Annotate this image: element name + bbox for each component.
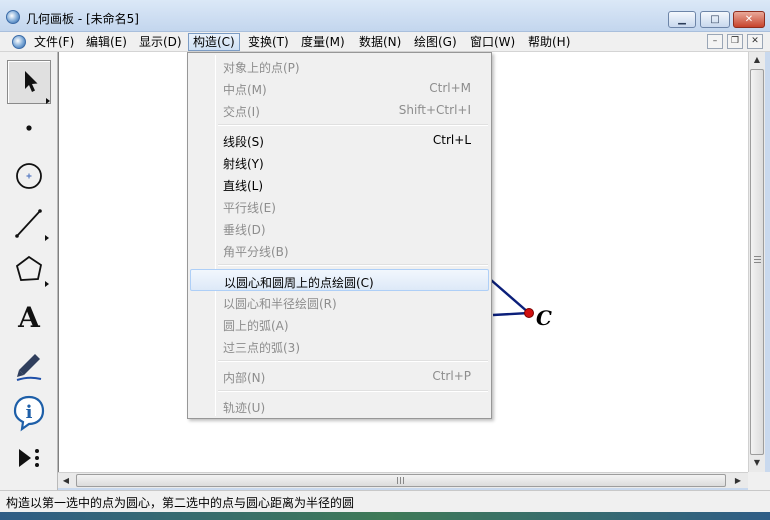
menu-item-perpendicular-line[interactable]: 垂线(D) [190, 217, 489, 239]
arrow-select-tool-icon[interactable] [7, 60, 51, 104]
scroll-corner [748, 472, 770, 490]
menu-edit[interactable]: 编辑(E) [82, 33, 131, 51]
menu-data[interactable]: 数据(N) [355, 33, 405, 51]
construct-menu-dropdown: 对象上的点(P) 中点(M) Ctrl+M 交点(I) Shift+Ctrl+I… [187, 52, 492, 419]
status-bar: 构造以第一选中的点为圆心，第二选中的点与圆心距离为半径的圆 [0, 490, 770, 512]
point-c [524, 308, 534, 318]
minimize-button[interactable]: ▁ [668, 11, 696, 28]
doc-restore-button[interactable]: ❐ [727, 34, 743, 49]
menu-graph[interactable]: 绘图(G) [410, 33, 461, 51]
desktop-taskbar-strip [0, 512, 770, 520]
app-logo-icon [6, 10, 20, 24]
menu-separator [218, 264, 488, 266]
scroll-right-arrow-icon[interactable]: ▶ [730, 473, 746, 488]
svg-text:i: i [26, 402, 33, 423]
menu-transform[interactable]: 变换(T) [244, 33, 293, 51]
information-tool-icon[interactable]: i [7, 390, 51, 434]
close-button[interactable]: ✕ [733, 11, 765, 28]
scroll-left-arrow-icon[interactable]: ◀ [58, 473, 74, 488]
menu-item-point-on-object[interactable]: 对象上的点(P) [190, 55, 489, 77]
vertical-scrollbar[interactable]: ▲ ▼ [748, 52, 765, 472]
menu-item-line[interactable]: 直线(L) [190, 173, 489, 195]
status-text: 构造以第一选中的点为圆心，第二选中的点与圆心距离为半径的圆 [6, 496, 355, 510]
menu-window[interactable]: 窗口(W) [466, 33, 519, 51]
menu-item-parallel-line[interactable]: 平行线(E) [190, 195, 489, 217]
menu-help[interactable]: 帮助(H) [524, 33, 574, 51]
menu-item-segment[interactable]: 线段(S) Ctrl+L [190, 129, 489, 151]
text-tool-icon[interactable]: A [7, 296, 51, 340]
maximize-button[interactable]: □ [700, 11, 730, 28]
scroll-up-arrow-icon[interactable]: ▲ [749, 52, 765, 68]
menu-item-circle-by-center-and-point[interactable]: 以圆心和圆周上的点绘圆(C) [190, 269, 489, 291]
menu-item-arc-on-circle[interactable]: 圆上的弧(A) [190, 313, 489, 335]
menu-separator [218, 124, 488, 126]
straightedge-tool-icon[interactable] [7, 202, 51, 246]
document-icon[interactable] [12, 35, 26, 49]
menu-item-interior[interactable]: 内部(N) Ctrl+P [190, 365, 489, 387]
menu-separator [218, 360, 488, 362]
vertical-scroll-thumb[interactable] [750, 69, 764, 455]
horizontal-scrollbar[interactable]: ◀ ▶ [58, 472, 748, 488]
menu-bar: 文件(F) 编辑(E) 显示(D) 构造(C) 变换(T) 度量(M) 数据(N… [0, 32, 770, 52]
window-title: 几何画板 - [未命名5] [26, 12, 139, 26]
marker-tool-icon[interactable] [7, 342, 51, 386]
horizontal-scroll-thumb[interactable] [76, 474, 726, 487]
menu-item-ray[interactable]: 射线(Y) [190, 151, 489, 173]
custom-tools-icon[interactable] [7, 436, 51, 480]
menu-item-midpoint[interactable]: 中点(M) Ctrl+M [190, 77, 489, 99]
menu-item-arc-through-three-points[interactable]: 过三点的弧(3) [190, 335, 489, 357]
point-label-c[interactable]: C [536, 306, 552, 330]
polygon-tool-icon[interactable] [7, 248, 51, 292]
menu-item-intersection[interactable]: 交点(I) Shift+Ctrl+I [190, 99, 489, 121]
menu-file[interactable]: 文件(F) [30, 33, 78, 51]
segment [490, 279, 530, 314]
menu-measure[interactable]: 度量(M) [297, 33, 349, 51]
menu-item-angle-bisector[interactable]: 角平分线(B) [190, 239, 489, 261]
menu-display[interactable]: 显示(D) [135, 33, 186, 51]
doc-close-button[interactable]: ✕ [747, 34, 763, 49]
toolbox: A i [0, 52, 58, 490]
segment [492, 311, 530, 317]
compass-tool-icon[interactable] [7, 154, 51, 198]
menu-item-locus[interactable]: 轨迹(U) [190, 395, 489, 417]
menu-construct[interactable]: 构造(C) [188, 33, 240, 51]
menu-separator [218, 390, 488, 392]
scroll-down-arrow-icon[interactable]: ▼ [749, 455, 765, 471]
title-bar: 几何画板 - [未命名5] ▁ □ ✕ [0, 0, 770, 32]
point-tool-icon[interactable] [7, 108, 51, 152]
doc-minimize-button[interactable]: – [707, 34, 723, 49]
svg-text:A: A [17, 301, 41, 334]
menu-item-circle-by-center-and-radius[interactable]: 以圆心和半径绘圆(R) [190, 291, 489, 313]
